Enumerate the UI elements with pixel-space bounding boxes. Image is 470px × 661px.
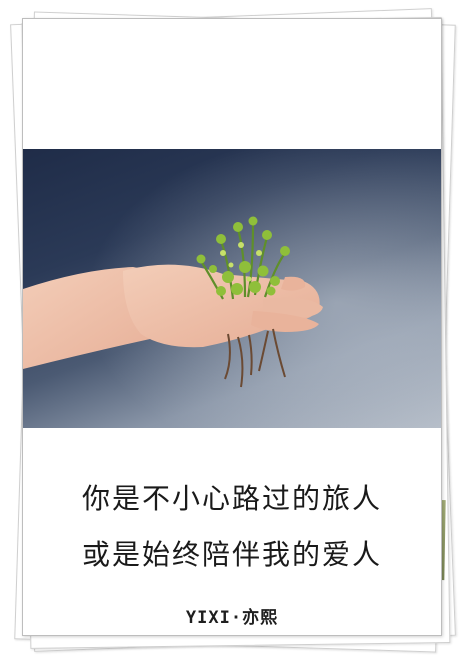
caption-line-1: 你是不小心路过的旅人 (81, 482, 382, 515)
photo-illustration (23, 149, 441, 428)
photo-hand-with-plant (23, 149, 441, 428)
thumb-tip (281, 276, 306, 291)
photo-card: 你是不小心路过的旅人 或是始终陪伴我的爱人 YIXI·亦熙 (22, 18, 442, 636)
signature: YIXI·亦熙 (185, 608, 279, 628)
caption-line-2: 或是始终陪伴我的爱人 (81, 538, 382, 571)
